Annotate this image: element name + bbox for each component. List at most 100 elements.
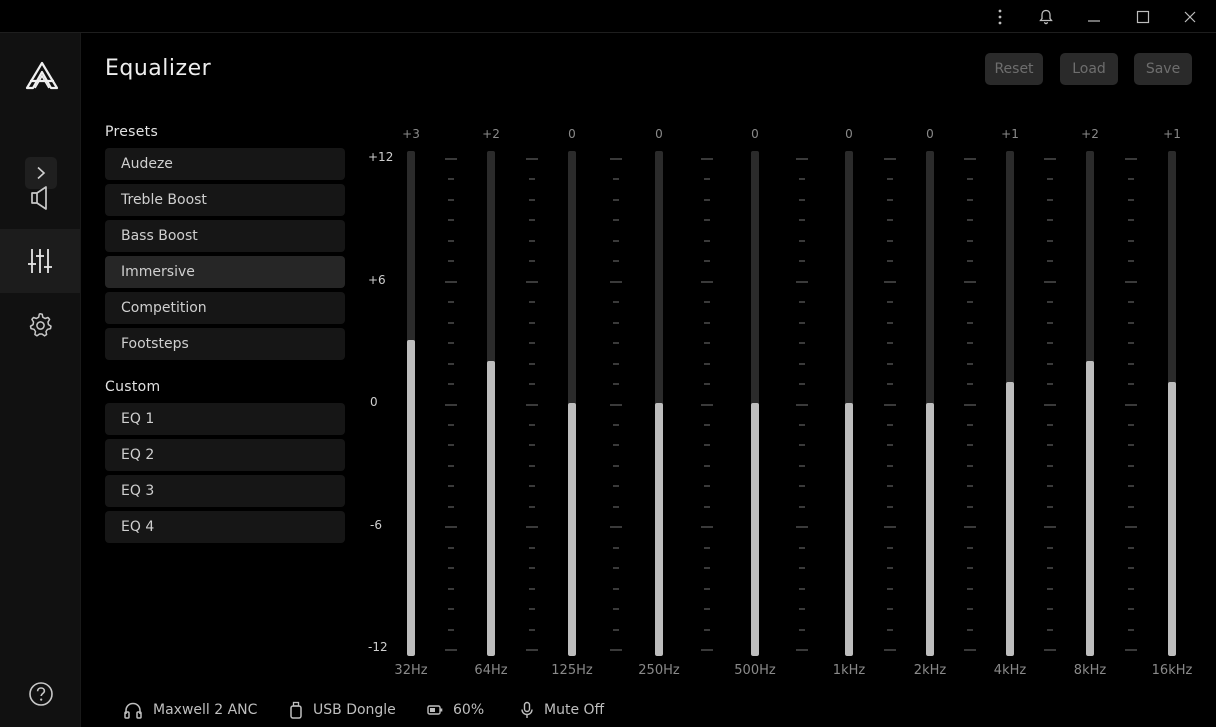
scale-tick xyxy=(448,424,454,426)
scale-tick xyxy=(799,608,805,610)
scale-label: +12 xyxy=(368,150,394,164)
scale-tick xyxy=(1128,178,1134,180)
scale-tick xyxy=(529,465,535,467)
equalizer-icon xyxy=(28,249,52,273)
scale-tick xyxy=(613,547,619,549)
minimize-icon xyxy=(1088,19,1100,22)
scale-tick xyxy=(1047,342,1053,344)
scale-tick xyxy=(1047,219,1053,221)
band-slider[interactable] xyxy=(1086,151,1094,656)
scale-tick xyxy=(613,178,619,180)
band-slider[interactable] xyxy=(487,151,495,656)
band-slider[interactable] xyxy=(845,151,853,656)
scale-tick xyxy=(613,608,619,610)
scale-tick xyxy=(1125,281,1137,283)
scale-tick xyxy=(704,260,710,262)
scale-tick xyxy=(526,281,538,283)
scale-tick xyxy=(704,383,710,385)
band-slider-fill xyxy=(1168,382,1176,656)
scale-tick xyxy=(613,342,619,344)
app-logo-icon xyxy=(25,61,59,90)
scale-tick xyxy=(799,444,805,446)
scale-tick xyxy=(610,158,622,160)
band-slider-fill xyxy=(1006,382,1014,656)
scale-tick xyxy=(796,404,808,406)
scale-tick xyxy=(884,649,896,651)
minimize-button[interactable] xyxy=(1071,0,1117,33)
scale-tick xyxy=(887,260,893,262)
scale-tick xyxy=(1128,547,1134,549)
scale-tick xyxy=(887,588,893,590)
band-gain-label: +3 xyxy=(402,127,420,141)
scale-tick xyxy=(1047,485,1053,487)
scale-tick xyxy=(967,363,973,365)
scale-tick xyxy=(1125,404,1137,406)
band-frequency-label: 32Hz xyxy=(394,663,428,678)
band-slider-fill xyxy=(845,403,853,656)
help-icon[interactable] xyxy=(28,681,54,707)
status-device: Maxwell 2 ANC xyxy=(123,699,257,721)
scale-tick xyxy=(796,158,808,160)
scale-tick xyxy=(529,301,535,303)
scale-tick xyxy=(967,240,973,242)
notifications-button[interactable] xyxy=(1023,0,1069,33)
band-slider-fill xyxy=(655,403,663,656)
scale-tick xyxy=(1125,158,1137,160)
scale-tick xyxy=(701,649,713,651)
main-content: Equalizer Reset Load Save Presets Audeze… xyxy=(81,33,1216,727)
scale-tick xyxy=(448,465,454,467)
more-options-button[interactable] xyxy=(977,0,1023,33)
band-slider[interactable] xyxy=(926,151,934,656)
band-slider[interactable] xyxy=(1168,151,1176,656)
scale-tick xyxy=(967,608,973,610)
scale-tick xyxy=(967,322,973,324)
scale-tick xyxy=(1047,199,1053,201)
scale-tick xyxy=(799,567,805,569)
band-gain-label: +2 xyxy=(482,127,500,141)
scale-tick xyxy=(967,588,973,590)
band-slider[interactable] xyxy=(1006,151,1014,656)
scale-tick xyxy=(1128,342,1134,344)
sidebar-item-settings[interactable] xyxy=(0,293,80,357)
scale-tick xyxy=(964,281,976,283)
scale-tick xyxy=(610,281,622,283)
scale-tick xyxy=(799,547,805,549)
band-slider[interactable] xyxy=(751,151,759,656)
battery-icon xyxy=(427,705,443,715)
scale-tick xyxy=(613,260,619,262)
band-slider-fill xyxy=(926,403,934,656)
scale-tick xyxy=(1128,608,1134,610)
sidebar-item-sound[interactable] xyxy=(0,166,80,230)
close-button[interactable] xyxy=(1167,0,1213,33)
scale-tick xyxy=(1047,301,1053,303)
band-slider[interactable] xyxy=(407,151,415,656)
scale-tick xyxy=(704,588,710,590)
scale-tick xyxy=(613,424,619,426)
scale-tick xyxy=(1128,444,1134,446)
microphone-icon xyxy=(521,701,533,718)
scale-tick xyxy=(529,260,535,262)
scale-tick xyxy=(704,629,710,631)
band-slider[interactable] xyxy=(655,151,663,656)
band-slider[interactable] xyxy=(568,151,576,656)
scale-tick xyxy=(1047,424,1053,426)
scale-tick xyxy=(967,260,973,262)
device-name: Maxwell 2 ANC xyxy=(153,702,258,718)
scale-tick xyxy=(701,158,713,160)
scale-tick xyxy=(967,629,973,631)
scale-tick xyxy=(613,588,619,590)
band-frequency-label: 125Hz xyxy=(551,663,593,678)
maximize-button[interactable] xyxy=(1120,0,1166,33)
scale-tick xyxy=(526,649,538,651)
scale-tick xyxy=(967,465,973,467)
battery-level: 60% xyxy=(453,702,485,718)
sidebar xyxy=(0,33,81,727)
scale-tick xyxy=(613,322,619,324)
band-frequency-label: 16kHz xyxy=(1151,663,1193,678)
status-connection: USB Dongle xyxy=(289,699,396,721)
sidebar-item-equalizer[interactable] xyxy=(0,229,80,293)
scale-tick xyxy=(448,301,454,303)
scale-tick xyxy=(964,649,976,651)
scale-tick xyxy=(1047,383,1053,385)
scale-tick xyxy=(799,465,805,467)
